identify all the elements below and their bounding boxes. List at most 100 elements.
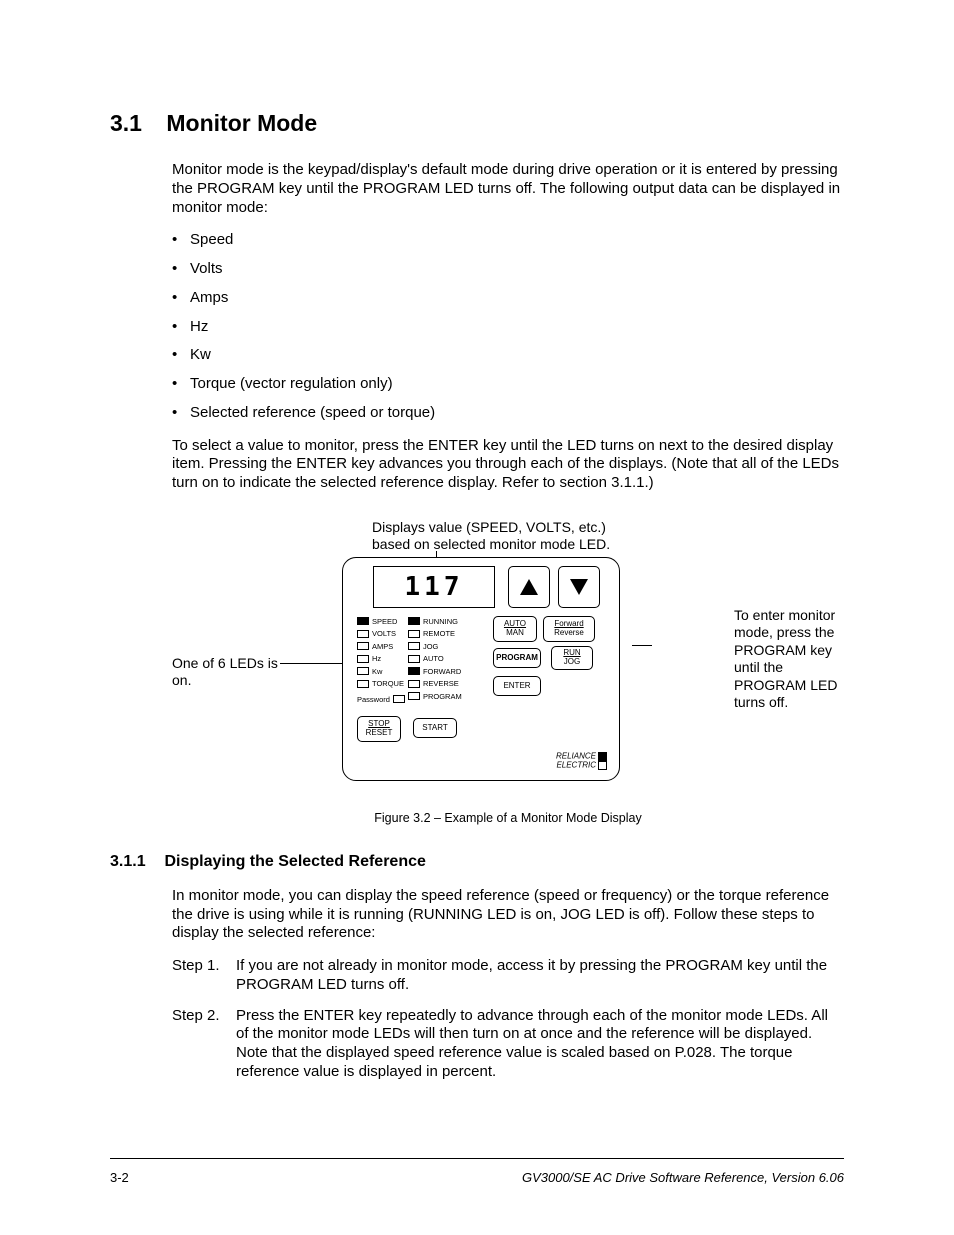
led-indicator xyxy=(408,617,420,625)
step-text: Press the ENTER key repeatedly to advanc… xyxy=(236,1007,844,1082)
step-label: Step 1. xyxy=(172,957,236,995)
led-row: PROGRAM xyxy=(408,691,462,702)
button-label: RESET xyxy=(366,729,393,737)
subsection-title: Displaying the Selected Reference xyxy=(164,853,425,870)
led-indicator xyxy=(408,642,420,650)
start-button[interactable]: START xyxy=(413,718,457,738)
annotation-text: Displays value (SPEED, VOLTS, etc.) xyxy=(372,519,642,536)
paragraph: In monitor mode, you can display the spe… xyxy=(172,887,844,943)
led-row: AUTO xyxy=(408,653,462,664)
led-row: FORWARD xyxy=(408,666,462,677)
steps-list: Step 1. If you are not already in monito… xyxy=(172,957,844,1082)
led-row: RUNNING xyxy=(408,616,462,627)
led-indicator xyxy=(357,655,369,663)
list-item: Selected reference (speed or torque) xyxy=(172,404,844,423)
list-item: Amps xyxy=(172,289,844,308)
step-item: Step 1. If you are not already in monito… xyxy=(172,957,844,995)
brand-text: ELECTRIC xyxy=(556,760,596,769)
subsection-number: 3.1.1 xyxy=(110,853,160,871)
arrow-up-button[interactable] xyxy=(508,566,550,608)
led-indicator xyxy=(357,680,369,688)
led-indicator xyxy=(357,642,369,650)
led-label: JOG xyxy=(423,642,438,651)
button-label: JOG xyxy=(564,658,580,666)
paragraph: To select a value to monitor, press the … xyxy=(172,437,844,493)
led-row: JOG xyxy=(408,641,462,652)
auto-man-button[interactable]: AUTO MAN xyxy=(493,616,537,642)
led-row: VOLTS xyxy=(357,628,404,639)
led-label: REMOTE xyxy=(423,629,455,638)
figure-annotation-left: One of 6 LEDs is on. xyxy=(172,655,282,690)
led-label: VOLTS xyxy=(372,629,396,638)
footer-rule xyxy=(110,1158,844,1159)
figure-caption: Figure 3.2 – Example of a Monitor Mode D… xyxy=(172,811,844,827)
led-label: PROGRAM xyxy=(423,692,462,701)
led-row: SPEED xyxy=(357,616,404,627)
led-row: Hz xyxy=(357,653,404,664)
step-label: Step 2. xyxy=(172,1007,236,1082)
arrow-down-button[interactable] xyxy=(558,566,600,608)
triangle-up-icon xyxy=(519,578,539,596)
led-label: SPEED xyxy=(372,617,397,626)
triangle-down-icon xyxy=(569,578,589,596)
program-button[interactable]: PROGRAM xyxy=(493,648,541,668)
run-jog-button[interactable]: RUN JOG xyxy=(551,646,593,670)
led-indicator-grid: SPEED VOLTS AMPS Hz Kw TORQUE RUNNING REMOTE JO… xyxy=(357,616,462,702)
brand-square-icon xyxy=(598,761,607,770)
button-label: START xyxy=(422,724,447,732)
display-value: 117 xyxy=(405,571,464,604)
section-title: Monitor Mode xyxy=(166,110,317,136)
list-item: Hz xyxy=(172,318,844,337)
keypad-panel: 117 SPEED VOLTS AMPS Hz Kw TORQUE RUNNING REMO… xyxy=(342,557,620,781)
led-label: FORWARD xyxy=(423,667,461,676)
password-label: Password xyxy=(357,695,390,704)
forward-reverse-button[interactable]: Forward Reverse xyxy=(543,616,595,642)
annotation-text: based on selected monitor mode LED. xyxy=(372,536,642,553)
button-label: Reverse xyxy=(554,629,584,637)
led-indicator xyxy=(408,692,420,700)
button-label: MAN xyxy=(506,629,524,637)
password-indicator-row: Password xyxy=(357,695,405,704)
led-row: REVERSE xyxy=(408,678,462,689)
led-row: Kw xyxy=(357,666,404,677)
led-row: AMPS xyxy=(357,641,404,652)
section-heading: 3.1 Monitor Mode xyxy=(110,110,844,137)
brand-text: RELIANCE xyxy=(556,751,596,760)
led-indicator xyxy=(357,630,369,638)
leader-line xyxy=(436,551,437,557)
list-item: Volts xyxy=(172,260,844,279)
led-label: AUTO xyxy=(423,654,444,663)
enter-button[interactable]: ENTER xyxy=(493,676,541,696)
subsection-heading: 3.1.1 Displaying the Selected Reference xyxy=(110,853,844,871)
led-label: Hz xyxy=(372,654,381,663)
led-label: AMPS xyxy=(372,642,393,651)
led-indicator xyxy=(357,617,369,625)
led-label: Kw xyxy=(372,667,382,676)
bullet-list: Speed Volts Amps Hz Kw Torque (vector re… xyxy=(172,231,844,422)
brand-logo: RELIANCE ELECTRIC xyxy=(556,752,607,770)
page-footer: 3-2 GV3000/SE AC Drive Software Referenc… xyxy=(110,1170,844,1185)
led-indicator xyxy=(393,695,405,703)
figure: Displays value (SPEED, VOLTS, etc.) base… xyxy=(172,511,844,801)
footer-title: GV3000/SE AC Drive Software Reference, V… xyxy=(522,1170,844,1185)
led-label: TORQUE xyxy=(372,679,404,688)
list-item: Torque (vector regulation only) xyxy=(172,375,844,394)
led-label: REVERSE xyxy=(423,679,459,688)
step-text: If you are not already in monitor mode, … xyxy=(236,957,844,995)
led-indicator xyxy=(408,655,420,663)
button-label: ENTER xyxy=(503,682,530,690)
intro-paragraph: Monitor mode is the keypad/display's def… xyxy=(172,161,844,217)
step-item: Step 2. Press the ENTER key repeatedly t… xyxy=(172,1007,844,1082)
list-item: Speed xyxy=(172,231,844,250)
led-indicator xyxy=(408,667,420,675)
stop-reset-button[interactable]: STOP RESET xyxy=(357,716,401,742)
leader-line xyxy=(632,645,652,646)
led-indicator xyxy=(408,630,420,638)
page-number: 3-2 xyxy=(110,1170,129,1185)
figure-annotation-top: Displays value (SPEED, VOLTS, etc.) base… xyxy=(372,519,642,553)
led-row: TORQUE xyxy=(357,678,404,689)
led-row: REMOTE xyxy=(408,628,462,639)
figure-annotation-right: To enter monitor mode, press the PROGRAM… xyxy=(734,607,854,712)
section-number: 3.1 xyxy=(110,110,160,137)
led-label: RUNNING xyxy=(423,617,458,626)
